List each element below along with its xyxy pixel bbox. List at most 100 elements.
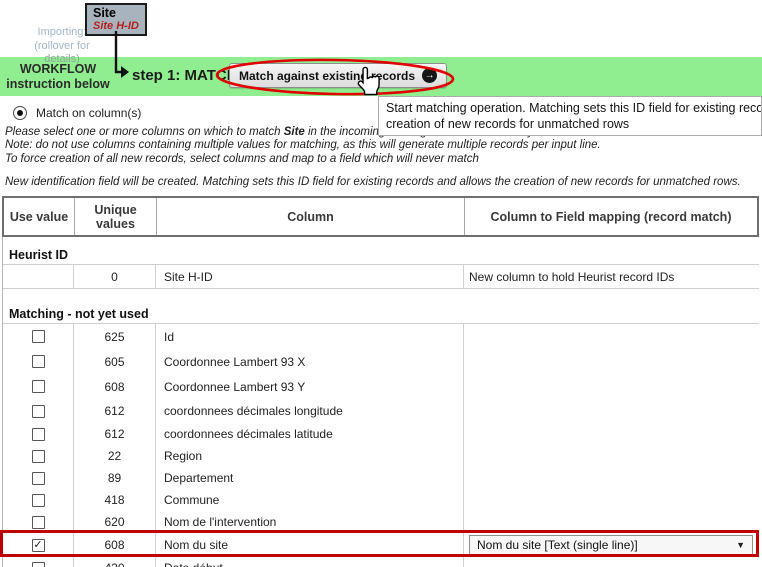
- mapping-cell: [464, 324, 759, 349]
- field-mapping-select[interactable]: Nom du site [Text (single line)] ▼: [469, 535, 753, 555]
- use-value-cell: [3, 467, 74, 489]
- table-row: 608Coordonnee Lambert 93 Y: [3, 374, 759, 399]
- import-matching-page: Importing: (rollover for details) Site S…: [0, 0, 762, 567]
- use-value-checkbox[interactable]: [32, 380, 45, 393]
- match-on-columns-option: Match on column(s): [13, 106, 141, 120]
- table-row: ✓608Nom du siteNom du site [Text (single…: [3, 533, 759, 557]
- section-header: Matching - not yet used: [3, 304, 759, 324]
- use-value-cell: ✓: [3, 533, 74, 557]
- table-body: Heurist ID0Site H-IDNew column to hold H…: [2, 237, 759, 567]
- use-value-checkbox[interactable]: [32, 405, 45, 418]
- unique-values-cell: 22: [74, 445, 156, 467]
- instructions-line2: Note: do not use columns containing mult…: [5, 139, 619, 152]
- column-name-cell: Departement: [156, 467, 464, 489]
- unique-values-cell: 608: [74, 374, 156, 399]
- table-row: 420Date début: [3, 557, 759, 567]
- use-value-checkbox[interactable]: [32, 562, 45, 567]
- mapping-cell: [464, 557, 759, 567]
- use-value-checkbox[interactable]: [32, 355, 45, 368]
- mapping-cell: [464, 423, 759, 445]
- unique-values-cell: 612: [74, 399, 156, 423]
- table-top-spacer: [3, 237, 759, 245]
- header-column: Column: [157, 198, 465, 235]
- tooltip-line2: creation of new records for unmatched ro…: [386, 116, 754, 132]
- table-row: 89Departement: [3, 467, 759, 489]
- mapping-cell: [464, 374, 759, 399]
- table-row: 0Site H-IDNew column to hold Heurist rec…: [3, 265, 759, 289]
- use-value-checkbox[interactable]: [32, 494, 45, 507]
- tooltip-line1: Start matching operation. Matching sets …: [386, 100, 754, 116]
- table-row: 605Coordonnee Lambert 93 X: [3, 349, 759, 374]
- table-header: Use value Unique values Column Column to…: [2, 196, 759, 237]
- workflow-label-line2: instruction below: [0, 77, 116, 92]
- use-value-cell: [3, 489, 74, 511]
- table-row: 620Nom de l'intervention: [3, 511, 759, 533]
- use-value-cell: [3, 445, 74, 467]
- mapping-cell: [464, 445, 759, 467]
- column-name-cell: Nom du site: [156, 533, 464, 557]
- header-use-value: Use value: [4, 198, 75, 235]
- column-name-cell: Id: [156, 324, 464, 349]
- unique-values-cell: 608: [74, 533, 156, 557]
- dropdown-arrow-icon: ▼: [736, 540, 745, 550]
- workflow-label: WORKFLOW instruction below: [0, 62, 116, 92]
- importing-note-line3: details): [20, 53, 104, 67]
- column-name-cell: Site H-ID: [156, 265, 464, 288]
- section-header: Heurist ID: [3, 245, 759, 265]
- import-source-title: Site: [93, 6, 139, 20]
- use-value-checkbox[interactable]: [32, 472, 45, 485]
- column-name-cell: Nom de l'intervention: [156, 511, 464, 533]
- column-name-cell: Coordonnee Lambert 93 X: [156, 349, 464, 374]
- unique-values-cell: 605: [74, 349, 156, 374]
- table-row: 612coordonnees décimales longitude: [3, 399, 759, 423]
- use-value-checkbox[interactable]: [32, 450, 45, 463]
- column-name-cell: Date début: [156, 557, 464, 567]
- use-value-cell: [3, 349, 74, 374]
- use-value-cell: [3, 324, 74, 349]
- mapping-cell: [464, 399, 759, 423]
- table-row: 625Id: [3, 324, 759, 349]
- match-on-columns-label: Match on column(s): [36, 106, 141, 120]
- match-against-existing-records-button[interactable]: Match against existing records →: [229, 63, 447, 88]
- new-field-note: New identification field will be created…: [5, 176, 741, 188]
- column-name-cell: Region: [156, 445, 464, 467]
- unique-values-cell: 89: [74, 467, 156, 489]
- instructions-line3: To force creation of all new records, se…: [5, 153, 619, 166]
- mapping-cell: Nom du site [Text (single line)] ▼: [464, 533, 759, 557]
- mapping-cell: [464, 467, 759, 489]
- unique-values-cell: 625: [74, 324, 156, 349]
- unique-values-cell: 612: [74, 423, 156, 445]
- use-value-checkbox[interactable]: ✓: [32, 539, 45, 552]
- mapping-cell: [464, 349, 759, 374]
- table-gap: [3, 289, 759, 304]
- use-value-checkbox[interactable]: [32, 330, 45, 343]
- table-row: 612coordonnees décimales latitude: [3, 423, 759, 445]
- use-value-cell: [3, 511, 74, 533]
- column-name-cell: coordonnees décimales latitude: [156, 423, 464, 445]
- mapping-cell: New column to hold Heurist record IDs: [464, 265, 759, 288]
- column-name-cell: coordonnees décimales longitude: [156, 399, 464, 423]
- connector-arrow-icon: [112, 31, 132, 79]
- column-name-cell: Commune: [156, 489, 464, 511]
- table-row: 418Commune: [3, 489, 759, 511]
- use-value-cell: [3, 423, 74, 445]
- arrow-right-circle-icon: →: [422, 68, 437, 83]
- tooltip: Start matching operation. Matching sets …: [378, 96, 762, 136]
- field-mapping-select-value: Nom du site [Text (single line)]: [477, 538, 638, 552]
- match-on-columns-radio[interactable]: [13, 106, 27, 120]
- unique-values-cell: 420: [74, 557, 156, 567]
- match-button-label: Match against existing records: [239, 69, 415, 83]
- use-value-checkbox[interactable]: [32, 516, 45, 529]
- use-value-cell: [3, 557, 74, 567]
- mapping-cell: [464, 511, 759, 533]
- unique-values-cell: 0: [74, 265, 156, 288]
- use-value-checkbox[interactable]: [32, 428, 45, 441]
- use-value-cell: [3, 265, 74, 288]
- table-row: 22Region: [3, 445, 759, 467]
- use-value-cell: [3, 399, 74, 423]
- column-name-cell: Coordonnee Lambert 93 Y: [156, 374, 464, 399]
- importing-note-line2: (rollover for: [20, 40, 104, 54]
- unique-values-cell: 620: [74, 511, 156, 533]
- mapping-cell: [464, 489, 759, 511]
- unique-values-cell: 418: [74, 489, 156, 511]
